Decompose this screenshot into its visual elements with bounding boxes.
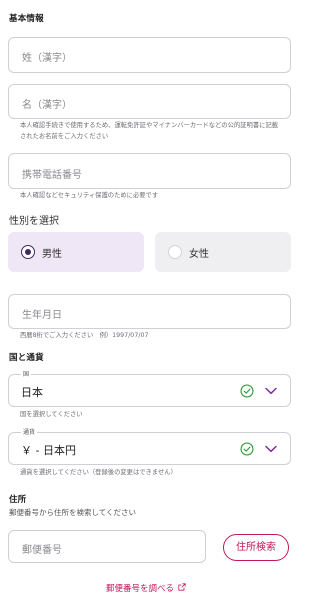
section-title-country-currency: 国と通貨 bbox=[9, 353, 44, 363]
postal-lookup-link-text: 郵便番号を調べる bbox=[106, 584, 175, 594]
gender-label-male: 男性 bbox=[42, 249, 62, 260]
name-help-text: 本人確認手続きで使用するため、運転免許証やマイナンバーカードなどの公的証明書に記… bbox=[20, 122, 279, 140]
radio-selected-icon bbox=[21, 245, 35, 259]
birthdate-help-text: 西暦8桁でご入力ください 例）1997/07/07 bbox=[20, 332, 149, 339]
country-legend: 国 bbox=[21, 370, 32, 379]
postal-code-field[interactable]: 郵便番号 bbox=[8, 530, 206, 563]
currency-help-text: 通貨を選択してください（登録後の変更はできません） bbox=[20, 469, 177, 476]
external-link-icon bbox=[178, 583, 186, 591]
country-help-text: 国を選択してください bbox=[20, 411, 83, 418]
address-subtitle: 郵便番号から住所を検索してください bbox=[9, 508, 137, 517]
postal-code-placeholder: 郵便番号 bbox=[22, 545, 62, 556]
check-circle-icon bbox=[240, 442, 254, 456]
check-circle-icon bbox=[240, 384, 254, 398]
phone-help-text: 本人確認などセキュリティ保護のために必要です bbox=[20, 192, 159, 199]
currency-legend: 通貨 bbox=[21, 428, 38, 437]
phone-placeholder: 携帯電話番号 bbox=[22, 170, 82, 181]
gender-label-female: 女性 bbox=[189, 249, 209, 260]
currency-value: ￥ - 日本円 bbox=[21, 444, 76, 457]
last-name-placeholder: 姓（漢字） bbox=[22, 53, 72, 64]
chevron-down-icon[interactable] bbox=[265, 387, 277, 395]
radio-unselected-icon bbox=[168, 245, 182, 259]
gender-option-male[interactable]: 男性 bbox=[8, 232, 144, 272]
section-title-gender: 性別を選択 bbox=[9, 216, 59, 227]
country-select[interactable]: 国 日本 bbox=[8, 370, 291, 407]
first-name-field[interactable]: 名（漢字） bbox=[8, 84, 291, 119]
country-value: 日本 bbox=[21, 386, 43, 399]
last-name-field[interactable]: 姓（漢字） bbox=[8, 37, 291, 73]
chevron-down-icon[interactable] bbox=[265, 445, 277, 453]
birthdate-field[interactable]: 生年月日 bbox=[8, 294, 291, 329]
section-title-basic-info: 基本情報 bbox=[9, 14, 44, 24]
gender-option-female[interactable]: 女性 bbox=[155, 232, 291, 272]
first-name-placeholder: 名（漢字） bbox=[22, 100, 72, 111]
address-search-button[interactable]: 住所検索 bbox=[223, 534, 289, 561]
postal-lookup-link[interactable]: 郵便番号を調べる bbox=[106, 582, 186, 594]
currency-select[interactable]: 通貨 ￥ - 日本円 bbox=[8, 428, 291, 465]
phone-field[interactable]: 携帯電話番号 bbox=[8, 153, 291, 189]
section-title-address: 住所 bbox=[9, 495, 27, 505]
birthdate-placeholder: 生年月日 bbox=[22, 310, 62, 321]
